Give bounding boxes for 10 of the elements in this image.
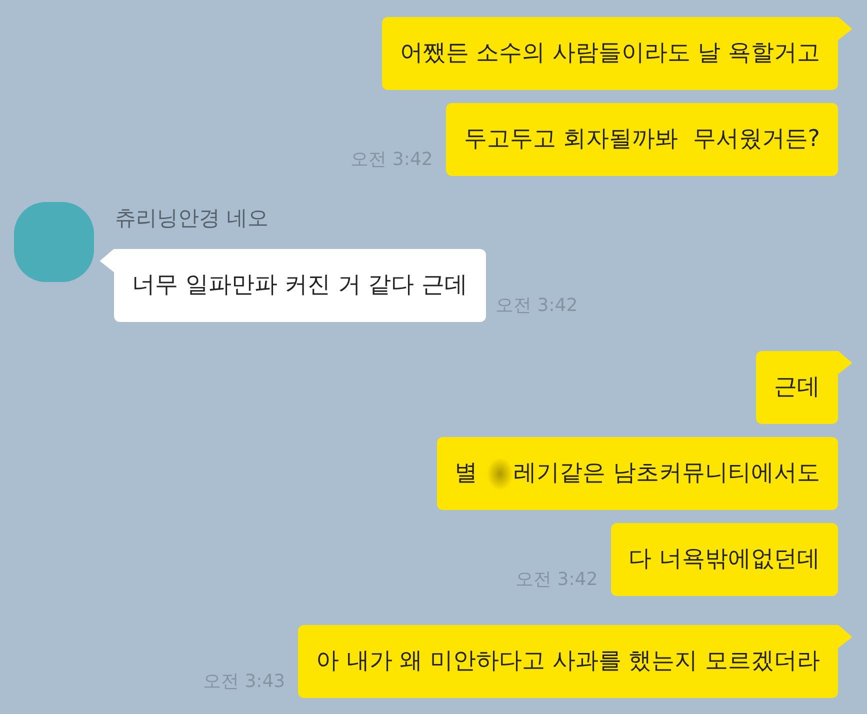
- sender-name: 츄리닝안경 네오: [115, 205, 269, 232]
- message-bubble: 다 너욕밖에없던데: [610, 523, 838, 596]
- blur-spot-icon: [486, 458, 513, 490]
- message-bubble: 근데: [756, 351, 852, 424]
- message-text: 레기같은 남초커뮤니티에서도: [514, 460, 820, 486]
- message-text: 별: [454, 460, 478, 486]
- message-bubble: 두고두고 회자될까봐 무서웠거든?: [446, 103, 838, 176]
- message-bubble: 너무 일파만파 커진 거 같다 근데: [100, 249, 486, 322]
- message-bubble: 어쨌든 소수의 사람들이라도 날 욕할거고: [382, 17, 852, 90]
- message-bubble: 아 내가 왜 미안하다고 사과를 했는지 모르겠더라: [298, 625, 852, 698]
